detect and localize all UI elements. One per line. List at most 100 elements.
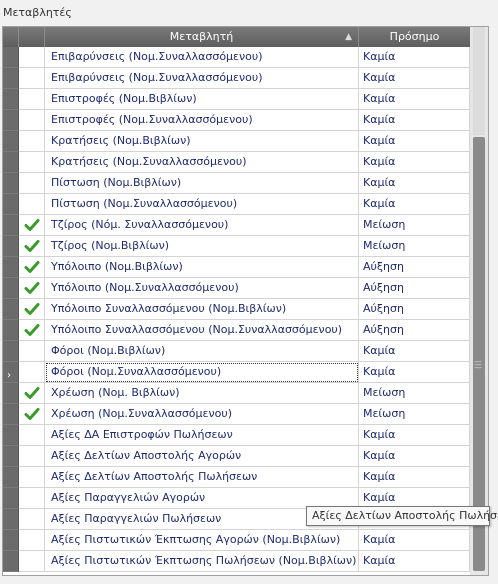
row-indicator[interactable] <box>3 509 19 530</box>
row-indicator[interactable] <box>3 467 19 488</box>
column-header-value[interactable]: Πρόσημο <box>359 27 470 47</box>
table-row[interactable]: Επιβαρύνσεις (Νομ.Συναλλασσόμενου) Καμία <box>3 68 470 89</box>
row-checkbox[interactable] <box>19 47 45 68</box>
table-row[interactable]: Χρέωση (Νομ.Συναλλασσόμενου) Μείωση <box>3 404 470 425</box>
sign-cell[interactable]: Καμία <box>359 89 470 110</box>
sign-cell[interactable]: Καμία <box>359 362 470 383</box>
row-indicator[interactable] <box>3 110 19 131</box>
sign-cell[interactable]: Αύξηση <box>359 278 470 299</box>
sign-cell[interactable]: Μείωση <box>359 404 470 425</box>
row-indicator[interactable] <box>3 320 19 341</box>
table-row[interactable]: Υπόλοιπο (Νομ.Συναλλασσόμενου) Αύξηση <box>3 278 470 299</box>
sign-cell[interactable]: Καμία <box>359 551 470 572</box>
variable-cell[interactable]: Υπόλοιπο (Νομ.Βιβλίων) <box>45 257 359 278</box>
row-indicator[interactable] <box>3 425 19 446</box>
row-checkbox[interactable] <box>19 194 45 215</box>
row-checkbox[interactable] <box>19 530 45 551</box>
table-row[interactable]: Αξίες ΔΑ Επιστροφών Πωλήσεων Καμία <box>3 425 470 446</box>
sign-cell[interactable]: Καμία <box>359 110 470 131</box>
variable-cell[interactable]: Επιστροφές (Νομ.Βιβλίων) <box>45 89 359 110</box>
row-indicator[interactable] <box>3 446 19 467</box>
table-row[interactable]: Χρέωση (Νομ. Βιβλίων) Μείωση <box>3 383 470 404</box>
table-row[interactable]: Επιβαρύνσεις (Νομ.Συναλλασσόμενου) Καμία <box>3 47 470 68</box>
sign-cell[interactable]: Καμία <box>359 467 470 488</box>
sign-cell[interactable]: Καμία <box>359 341 470 362</box>
row-checkbox[interactable] <box>19 341 45 362</box>
sign-cell[interactable]: Καμία <box>359 47 470 68</box>
variable-cell[interactable]: Αξίες Πιστωτικών Έκπτωσης Πωλήσεων (Νομ.… <box>45 551 359 572</box>
table-row[interactable]: › Φόροι (Νομ.Συναλλασσόμενου) Καμία <box>3 362 470 383</box>
column-header-variable[interactable]: Μεταβλητή ▲ <box>45 27 359 47</box>
row-checkbox[interactable] <box>19 131 45 152</box>
table-row[interactable]: Υπόλοιπο (Νομ.Βιβλίων) Αύξηση <box>3 257 470 278</box>
row-checkbox[interactable] <box>19 446 45 467</box>
scrollbar-track[interactable] <box>473 27 485 135</box>
sign-cell[interactable]: Καμία <box>359 152 470 173</box>
row-checkbox[interactable] <box>19 89 45 110</box>
row-checkbox[interactable] <box>19 320 45 341</box>
row-indicator[interactable] <box>3 341 19 362</box>
header-check-cell[interactable] <box>19 27 45 47</box>
variable-cell[interactable]: Κρατήσεις (Νομ.Βιβλίων) <box>45 131 359 152</box>
row-checkbox[interactable] <box>19 467 45 488</box>
variable-cell[interactable]: Χρέωση (Νομ.Συναλλασσόμενου) <box>45 404 359 425</box>
table-row[interactable]: Κρατήσεις (Νομ.Βιβλίων) Καμία <box>3 131 470 152</box>
variable-cell[interactable]: Επιβαρύνσεις (Νομ.Συναλλασσόμενου) <box>45 68 359 89</box>
table-row[interactable]: Αξίες Πιστωτικών Έκπτωσης Πωλήσεων (Νομ.… <box>3 551 470 572</box>
row-indicator[interactable] <box>3 131 19 152</box>
sign-cell[interactable]: Καμία <box>359 68 470 89</box>
sign-cell[interactable]: Καμία <box>359 131 470 152</box>
row-checkbox[interactable] <box>19 509 45 530</box>
row-checkbox[interactable] <box>19 68 45 89</box>
row-checkbox[interactable] <box>19 152 45 173</box>
variable-cell[interactable]: Επιστροφές (Νομ.Συναλλασσόμενου) <box>45 110 359 131</box>
variables-grid[interactable]: Μεταβλητή ▲ Πρόσημο Επιβαρύνσεις (Νομ.Συ… <box>2 26 489 576</box>
variable-cell[interactable]: Κρατήσεις (Νομ.Συναλλασσόμενου) <box>45 152 359 173</box>
row-checkbox[interactable] <box>19 383 45 404</box>
table-row[interactable]: Κρατήσεις (Νομ.Συναλλασσόμενου) Καμία <box>3 152 470 173</box>
variable-cell[interactable]: Αξίες Πιστωτικών Έκπτωσης Αγορών (Νομ.Βι… <box>45 530 359 551</box>
row-indicator[interactable] <box>3 551 19 572</box>
row-indicator[interactable] <box>3 173 19 194</box>
row-indicator[interactable] <box>3 152 19 173</box>
sign-cell[interactable]: Αύξηση <box>359 299 470 320</box>
row-checkbox[interactable] <box>19 425 45 446</box>
table-row[interactable]: Υπόλοιπο Συναλλασσόμενου (Νομ.Συναλλασσό… <box>3 320 470 341</box>
table-row[interactable]: Πίστωση (Νομ.Συναλλασσόμενου) Καμία <box>3 194 470 215</box>
row-checkbox[interactable] <box>19 278 45 299</box>
row-checkbox[interactable] <box>19 551 45 572</box>
row-indicator[interactable] <box>3 257 19 278</box>
variable-cell[interactable]: Υπόλοιπο Συναλλασσόμενου (Νομ.Συναλλασσό… <box>45 320 359 341</box>
variable-cell[interactable]: Αξίες Δελτίων Αποστολής Πωλήσεων <box>45 467 359 488</box>
table-row[interactable]: Αξίες Δελτίων Αποστολής Αγορών Καμία <box>3 446 470 467</box>
row-indicator[interactable] <box>3 530 19 551</box>
table-row[interactable]: Επιστροφές (Νομ.Συναλλασσόμενου) Καμία <box>3 110 470 131</box>
row-checkbox[interactable] <box>19 173 45 194</box>
variable-cell[interactable]: Υπόλοιπο (Νομ.Συναλλασσόμενου) <box>45 278 359 299</box>
variable-cell[interactable]: Αξίες ΔΑ Επιστροφών Πωλήσεων <box>45 425 359 446</box>
row-indicator[interactable] <box>3 215 19 236</box>
variable-cell[interactable]: Αξίες Δελτίων Αποστολής Αγορών <box>45 446 359 467</box>
sign-cell[interactable]: Μείωση <box>359 383 470 404</box>
table-row[interactable]: Αξίες Πιστωτικών Έκπτωσης Αγορών (Νομ.Βι… <box>3 530 470 551</box>
row-indicator[interactable] <box>3 278 19 299</box>
table-row[interactable]: Πίστωση (Νομ.Βιβλίων) Καμία <box>3 173 470 194</box>
vertical-scrollbar[interactable]: — — — <box>470 27 488 575</box>
variable-cell[interactable]: Πίστωση (Νομ.Συναλλασσόμενου) <box>45 194 359 215</box>
row-checkbox[interactable] <box>19 299 45 320</box>
row-indicator[interactable] <box>3 404 19 425</box>
row-checkbox[interactable] <box>19 110 45 131</box>
sign-cell[interactable]: Καμία <box>359 530 470 551</box>
row-indicator[interactable] <box>3 488 19 509</box>
sign-cell[interactable]: Καμία <box>359 173 470 194</box>
row-indicator[interactable] <box>3 194 19 215</box>
table-row[interactable]: Τζίρος (Νόμ. Συναλλασσόμενου) Μείωση <box>3 215 470 236</box>
variable-cell[interactable]: Τζίρος (Νόμ. Συναλλασσόμενου) <box>45 215 359 236</box>
sign-cell[interactable]: Αύξηση <box>359 320 470 341</box>
sign-cell[interactable]: Αύξηση <box>359 257 470 278</box>
row-checkbox[interactable] <box>19 488 45 509</box>
row-checkbox[interactable] <box>19 362 45 383</box>
row-indicator[interactable] <box>3 236 19 257</box>
table-row[interactable]: Αξίες Δελτίων Αποστολής Πωλήσεων Καμία <box>3 467 470 488</box>
table-row[interactable]: Φόροι (Νομ.Βιβλίων) Καμία <box>3 341 470 362</box>
